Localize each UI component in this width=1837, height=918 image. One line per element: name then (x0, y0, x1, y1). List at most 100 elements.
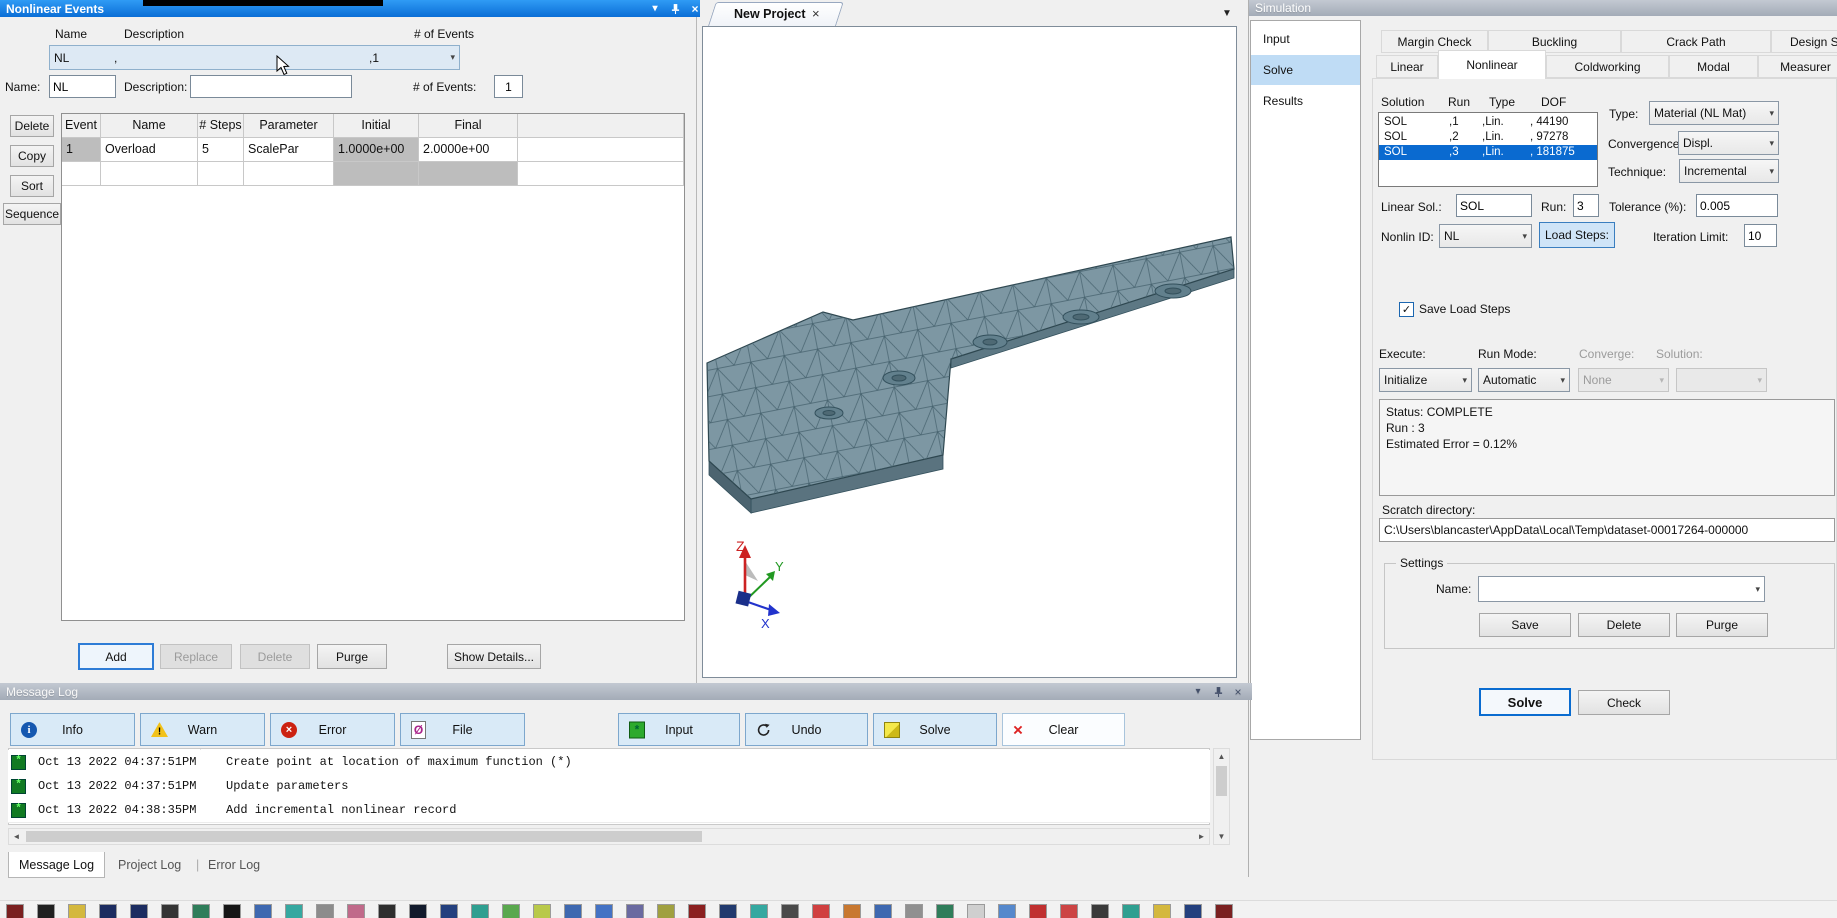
scrollbar-thumb[interactable] (1216, 766, 1227, 796)
tab-linear[interactable]: Linear (1376, 55, 1438, 78)
linear-sol-input[interactable] (1456, 194, 1532, 217)
filter-file-button[interactable]: Ø File (400, 713, 525, 746)
taskbar-icon[interactable] (378, 904, 396, 918)
taskbar-icon[interactable] (1029, 904, 1047, 918)
document-tab[interactable]: New Project × (708, 2, 836, 26)
run-mode-combo[interactable]: Automatic▾ (1478, 368, 1570, 392)
tab-coldworking[interactable]: Coldworking (1546, 55, 1669, 78)
convergence-combo[interactable]: Displ.▾ (1678, 131, 1779, 155)
taskbar-icon[interactable] (192, 904, 210, 918)
scroll-down-icon[interactable]: ▼ (1214, 829, 1229, 844)
cell-parameter[interactable] (244, 162, 334, 186)
delete-event-button[interactable]: Delete (10, 115, 54, 137)
taskbar-icon[interactable] (440, 904, 458, 918)
filter-input-button[interactable]: * Input (618, 713, 740, 746)
taskbar-icon[interactable] (502, 904, 520, 918)
cell-parameter[interactable]: ScalePar (244, 138, 334, 162)
load-steps-button[interactable]: Load Steps: (1539, 222, 1615, 248)
sequence-button[interactable]: Sequence (3, 203, 61, 225)
taskbar-icon[interactable] (471, 904, 489, 918)
cell-initial[interactable] (334, 162, 419, 186)
type-combo[interactable]: Material (NL Mat)▾ (1649, 101, 1779, 125)
add-button[interactable]: Add (78, 643, 154, 670)
panel-menu-icon[interactable]: ▾ (1190, 685, 1206, 699)
taskbar-icon[interactable] (37, 904, 55, 918)
taskbar-icon[interactable] (719, 904, 737, 918)
tab-list-menu-icon[interactable]: ▼ (1222, 8, 1232, 19)
description-input[interactable] (190, 75, 352, 98)
taskbar-icon[interactable] (936, 904, 954, 918)
taskbar-icon[interactable] (409, 904, 427, 918)
solve-log-button[interactable]: Solve (873, 713, 997, 746)
table-row[interactable] (62, 162, 684, 186)
tolerance-input[interactable] (1696, 194, 1778, 217)
log-tab-error[interactable]: Error Log (208, 858, 260, 872)
cell-event[interactable]: 1 (62, 138, 101, 162)
tab-crack-path[interactable]: Crack Path (1621, 30, 1771, 53)
taskbar-icon[interactable] (130, 904, 148, 918)
taskbar-icon[interactable] (595, 904, 613, 918)
show-details-button[interactable]: Show Details... (447, 644, 541, 669)
log-entry[interactable]: * Oct 13 2022 04:37:51PM Update paramete… (8, 774, 1210, 799)
scroll-right-icon[interactable]: ► (1194, 829, 1209, 844)
taskbar-icon[interactable] (750, 904, 768, 918)
tab-design-study[interactable]: Design St (1771, 30, 1837, 53)
nav-item-input[interactable]: Input (1251, 25, 1360, 53)
taskbar-icon[interactable] (161, 904, 179, 918)
cell-steps[interactable] (198, 162, 244, 186)
execute-combo[interactable]: Initialize▾ (1379, 368, 1472, 392)
settings-delete-button[interactable]: Delete (1578, 613, 1670, 637)
taskbar-icon[interactable] (1060, 904, 1078, 918)
taskbar-icon[interactable] (1215, 904, 1233, 918)
taskbar-icon[interactable] (688, 904, 706, 918)
pin-icon[interactable] (667, 2, 683, 16)
log-tab-message[interactable]: Message Log (8, 852, 105, 878)
nonlin-id-combo[interactable]: NL▾ (1439, 224, 1532, 248)
log-tab-project[interactable]: Project Log (118, 858, 181, 872)
sort-event-button[interactable]: Sort (10, 175, 54, 197)
filter-info-button[interactable]: i Info (10, 713, 135, 746)
events-table[interactable]: Event Name # Steps Parameter Initial Fin… (61, 113, 685, 621)
pin-icon[interactable] (1210, 685, 1226, 699)
taskbar-icon[interactable] (905, 904, 923, 918)
taskbar-icon[interactable] (564, 904, 582, 918)
cell-initial[interactable]: 1.0000e+00 (334, 138, 419, 162)
taskbar-icon[interactable] (68, 904, 86, 918)
purge-button[interactable]: Purge (317, 644, 387, 669)
table-row[interactable]: 1 Overload 5 ScalePar 1.0000e+00 2.0000e… (62, 138, 684, 162)
clear-log-button[interactable]: × Clear (1002, 713, 1125, 746)
scrollbar-thumb[interactable] (26, 831, 702, 842)
filter-error-button[interactable]: × Error (270, 713, 395, 746)
scroll-left-icon[interactable]: ◄ (9, 829, 24, 844)
settings-purge-button[interactable]: Purge (1676, 613, 1768, 637)
cell-name[interactable]: Overload (101, 138, 198, 162)
settings-save-button[interactable]: Save (1479, 613, 1571, 637)
nav-item-results[interactable]: Results (1251, 87, 1360, 115)
scroll-up-icon[interactable]: ▲ (1214, 749, 1229, 764)
events-count-input[interactable] (494, 75, 523, 98)
taskbar-icon[interactable] (998, 904, 1016, 918)
save-load-steps-checkbox[interactable]: ✓ (1399, 302, 1414, 317)
taskbar-icon[interactable] (223, 904, 241, 918)
solution-row[interactable]: SOL,1,Lin., 44190 (1379, 115, 1597, 130)
log-horizontal-scrollbar[interactable]: ◄ ► (8, 828, 1210, 845)
delete-button[interactable]: Delete (240, 644, 310, 669)
taskbar-icon[interactable] (533, 904, 551, 918)
cell-final[interactable] (419, 162, 518, 186)
tab-modal[interactable]: Modal (1669, 55, 1758, 78)
check-button[interactable]: Check (1578, 690, 1670, 715)
taskbar-icon[interactable] (316, 904, 334, 918)
tab-close-icon[interactable]: × (812, 6, 820, 21)
filter-warn-button[interactable]: ! Warn (140, 713, 265, 746)
taskbar-icon[interactable] (843, 904, 861, 918)
taskbar-icon[interactable] (1091, 904, 1109, 918)
taskbar-icon[interactable] (626, 904, 644, 918)
taskbar-icon[interactable] (1122, 904, 1140, 918)
model-viewport[interactable]: Z Y X (702, 26, 1237, 678)
taskbar-icon[interactable] (1153, 904, 1171, 918)
solution-row-selected[interactable]: SOL,3,Lin., 181875 (1379, 145, 1597, 160)
log-entry[interactable]: * Oct 13 2022 04:38:35PM Add incremental… (8, 798, 1210, 823)
taskbar-icon[interactable] (285, 904, 303, 918)
taskbar-icon[interactable] (812, 904, 830, 918)
taskbar-icon[interactable] (347, 904, 365, 918)
